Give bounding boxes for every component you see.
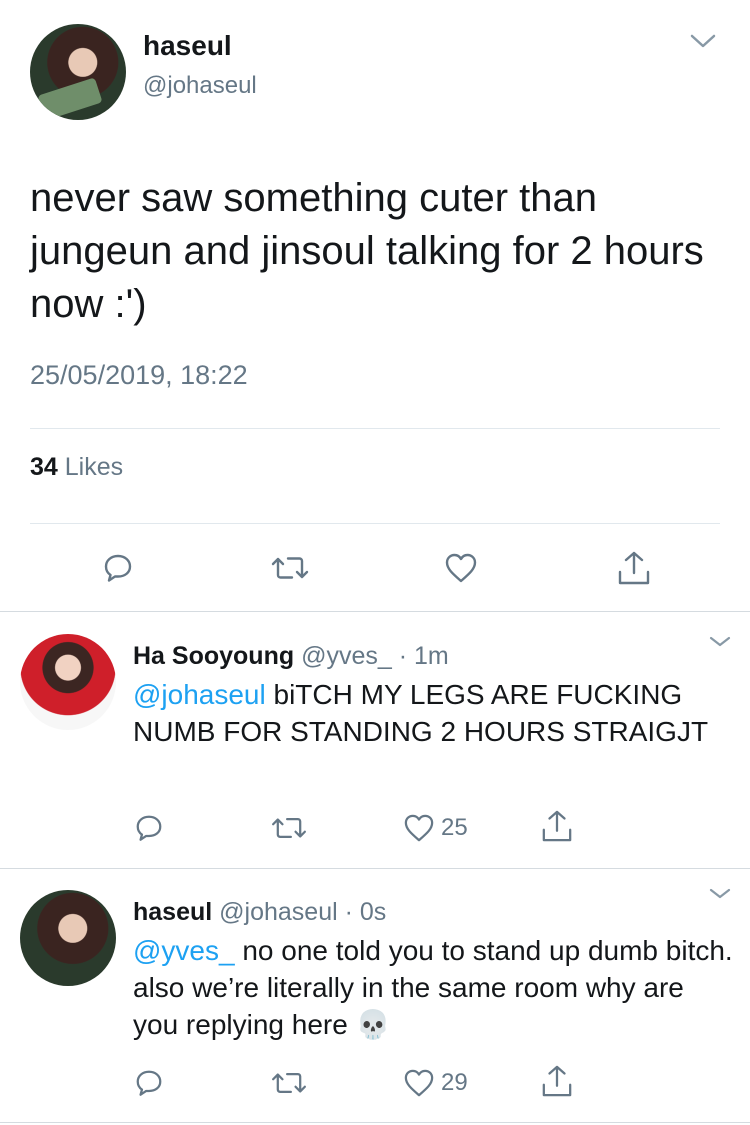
reply-header: Ha Sooyoung @yves_ · 1m: [133, 642, 449, 671]
reply-button[interactable]: [98, 550, 138, 586]
author-avatar[interactable]: [30, 24, 126, 120]
likes-count[interactable]: 34 Likes: [30, 453, 123, 482]
reply-meta: @johaseul · 0s: [219, 898, 387, 926]
chevron-down-icon[interactable]: [688, 26, 718, 56]
reply-author-name[interactable]: Ha Sooyoung: [133, 642, 294, 670]
reply-avatar[interactable]: [20, 890, 116, 986]
speech-bubble-icon: [136, 1070, 162, 1096]
chevron-down-icon[interactable]: [708, 632, 732, 652]
heart-icon: [404, 814, 434, 842]
retweet-icon: [272, 818, 306, 838]
share-button[interactable]: [540, 1063, 574, 1099]
reply-author-name[interactable]: haseul: [133, 898, 212, 926]
likes-label: Likes: [57, 453, 124, 481]
reply-meta: @yves_ · 1m: [301, 642, 449, 670]
share-button[interactable]: [540, 808, 574, 844]
likes-number: 34: [30, 453, 58, 481]
reply-text: @yves_ no one told you to stand up dumb …: [133, 932, 733, 1043]
tweet-text: never saw something cuter than jungeun a…: [30, 176, 704, 326]
tweet-timestamp[interactable]: 25/05/2019, 18:22: [30, 360, 248, 391]
reply-avatar[interactable]: [20, 634, 116, 730]
speech-bubble-icon: [136, 815, 162, 841]
retweet-icon: [271, 557, 309, 579]
mention-link[interactable]: @yves_: [133, 935, 235, 966]
reply-button[interactable]: [133, 1067, 165, 1099]
divider: [30, 428, 720, 429]
author-handle[interactable]: @johaseul: [143, 72, 257, 100]
chevron-down-icon[interactable]: [708, 884, 732, 904]
like-button[interactable]: 25: [403, 812, 483, 844]
heart-icon: [445, 553, 477, 583]
speech-bubble-icon: [104, 554, 132, 582]
share-icon: [618, 551, 650, 585]
retweet-button[interactable]: [270, 1067, 308, 1099]
mention-link[interactable]: @johaseul: [133, 679, 266, 710]
like-button[interactable]: 29: [403, 1067, 483, 1099]
like-count: 29: [441, 1069, 468, 1096]
share-icon: [542, 1065, 572, 1097]
retweet-button[interactable]: [268, 550, 312, 586]
reply-text: @johaseul biTCH MY LEGS ARE FUCKING NUMB…: [133, 676, 733, 750]
like-button[interactable]: [441, 550, 481, 586]
skull-emoji: 💀: [355, 1009, 391, 1040]
share-icon: [542, 810, 572, 842]
like-count: 25: [441, 814, 468, 841]
divider: [0, 868, 750, 869]
share-button[interactable]: [614, 548, 654, 588]
reply-button[interactable]: [133, 812, 165, 844]
retweet-icon: [272, 1073, 306, 1093]
divider: [0, 611, 750, 612]
author-name[interactable]: haseul: [143, 30, 232, 62]
reply-header: haseul @johaseul · 0s: [133, 898, 386, 927]
divider: [30, 523, 720, 524]
divider: [0, 1122, 750, 1123]
heart-icon: [404, 1069, 434, 1097]
retweet-button[interactable]: [270, 812, 308, 844]
